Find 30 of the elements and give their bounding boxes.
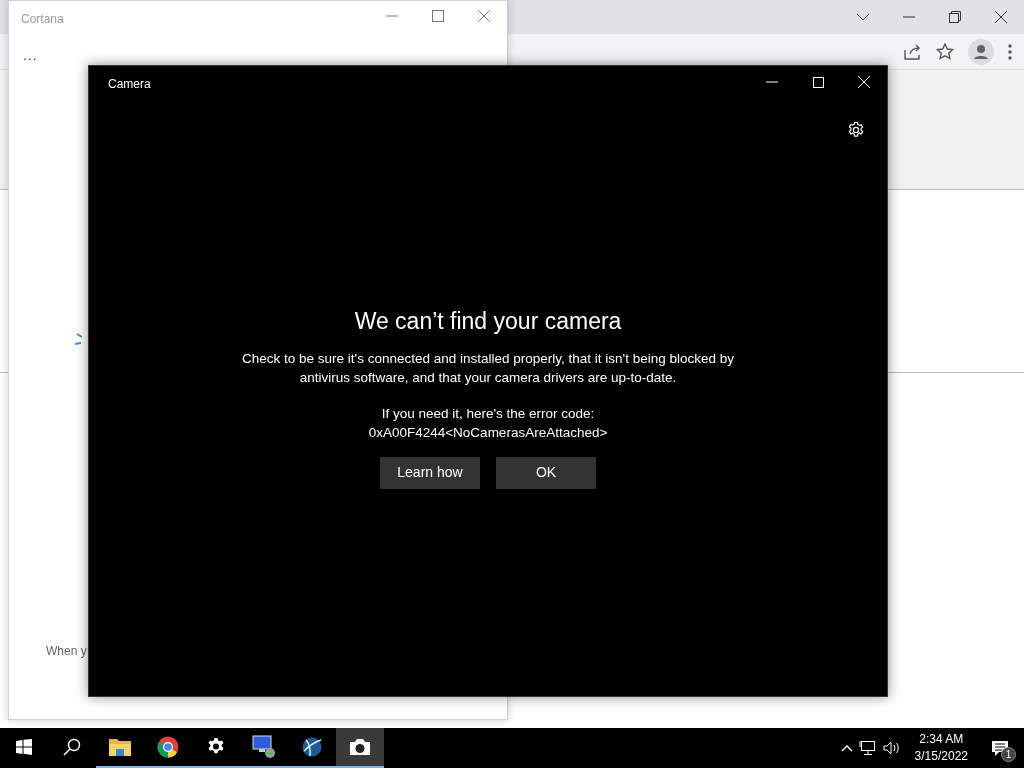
learn-how-button[interactable]: Learn how (380, 456, 480, 489)
monitor-icon (252, 735, 276, 759)
more-button[interactable]: ... (23, 45, 38, 66)
globe-icon (301, 736, 323, 758)
network-icon[interactable] (858, 740, 877, 756)
window-title: Camera (108, 76, 151, 93)
share-icon[interactable] (904, 43, 922, 60)
more-icon[interactable] (1008, 43, 1012, 60)
ok-button[interactable]: OK (496, 456, 596, 489)
volume-icon[interactable] (882, 741, 901, 755)
star-icon[interactable] (936, 43, 954, 60)
taskbar-button[interactable] (336, 728, 384, 768)
camera-icon (349, 738, 371, 756)
error-heading: We can’t find your camera (354, 307, 622, 336)
chevron-up-icon[interactable] (840, 744, 853, 752)
browser-icon (157, 736, 179, 758)
window-title: Cortana (21, 11, 64, 28)
clock[interactable]: 2:34 AM 3/15/2022 (906, 731, 976, 765)
folder-icon (109, 738, 131, 756)
hint-text: When y (46, 643, 87, 660)
profile-icon[interactable] (968, 38, 994, 65)
settings-icon[interactable] (847, 121, 865, 139)
error-message: Check to be sure it's connected and installed properly, that it isn't being blocked by antivirus software, and that your camera drivers are up-to-date. (241, 349, 735, 387)
time-text: 2:34 AM (919, 731, 964, 748)
notification-count: 1 (1001, 747, 1016, 762)
date-text: 3/15/2022 (914, 748, 968, 765)
windows-icon (16, 739, 32, 755)
error-code-label: If you need it, here's the error code: (381, 404, 595, 423)
search-icon (63, 738, 81, 756)
error-code: 0xA00F4244<NoCamerasAreAttached> (368, 423, 608, 442)
